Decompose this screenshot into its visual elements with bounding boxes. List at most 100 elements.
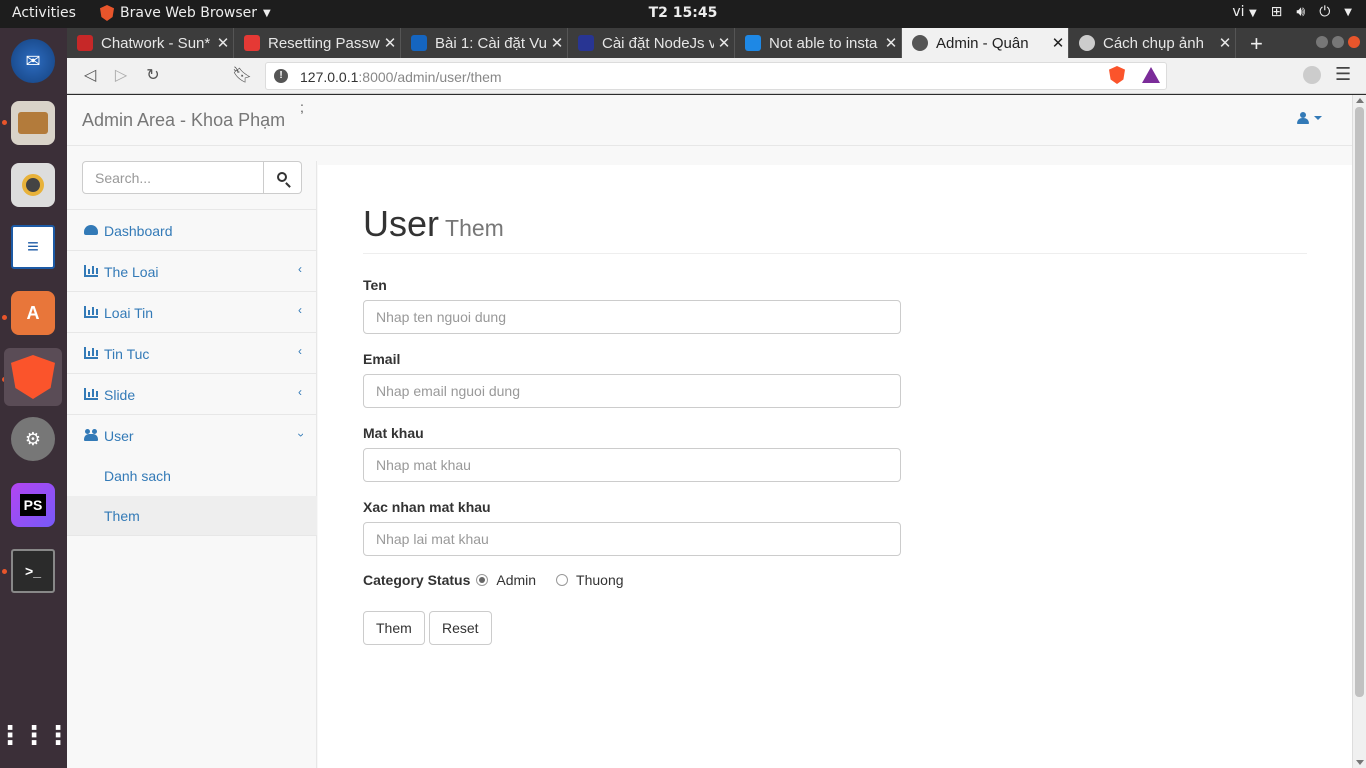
tab-favicon xyxy=(912,35,928,51)
tab-title: Not able to insta xyxy=(769,34,878,52)
url-text: 127.0.0.1:8000/admin/user/them xyxy=(300,69,502,85)
tab-nodejs[interactable]: Cài đặt NodeJs v ✕ xyxy=(568,28,735,58)
page-scrollbar[interactable] xyxy=(1352,95,1366,768)
sidebar-item-user[interactable]: User ‹ xyxy=(67,415,317,456)
password-confirm-label: Xac nhan mat khau xyxy=(363,499,491,515)
password-confirm-input[interactable] xyxy=(363,522,901,556)
sidebar-item-label: The Loai xyxy=(104,264,159,280)
maximize-button[interactable] xyxy=(1332,36,1344,48)
sidebar-subitem-danh-sach[interactable]: Danh sach xyxy=(67,456,317,496)
sidebar-subitem-label: Danh sach xyxy=(104,468,171,484)
sidebar-item-the-loai[interactable]: The Loai ‹ xyxy=(67,251,317,292)
brave-icon xyxy=(11,355,55,399)
address-bar[interactable]: ! 127.0.0.1:8000/admin/user/them xyxy=(265,62,1167,90)
close-icon[interactable]: ✕ xyxy=(1215,34,1235,52)
password-input[interactable] xyxy=(363,448,901,482)
profile-avatar[interactable] xyxy=(1303,66,1321,84)
close-icon[interactable]: ✕ xyxy=(213,34,233,52)
minimize-button[interactable] xyxy=(1316,36,1328,48)
sidebar-item-tin-tuc[interactable]: Tin Tuc ‹ xyxy=(67,333,317,374)
search-button[interactable] xyxy=(264,161,302,194)
sidebar-item-loai-tin[interactable]: Loai Tin ‹ xyxy=(67,292,317,333)
search-icon xyxy=(277,172,287,182)
dock-software[interactable]: A xyxy=(4,284,62,342)
scrollbar-thumb[interactable] xyxy=(1355,107,1364,697)
user-dropdown[interactable] xyxy=(1297,112,1322,124)
system-tray[interactable]: vi ▼ ⊞ 🔊︎ ⏻ ▼ xyxy=(1232,4,1352,20)
tab-cach-chup-anh[interactable]: Cách chụp ảnh ✕ xyxy=(1069,28,1236,58)
dock-brave[interactable] xyxy=(4,348,62,406)
forward-button[interactable]: ▷ xyxy=(110,65,132,87)
tab-title: Cách chụp ảnh xyxy=(1103,34,1204,52)
name-label: Ten xyxy=(363,277,387,293)
tab-resetting-password[interactable]: Resetting Passw ✕ xyxy=(234,28,401,58)
bookmark-icon[interactable]: 🔖︎ xyxy=(231,65,253,87)
new-tab-button[interactable]: + xyxy=(1250,31,1263,57)
site-info-icon[interactable]: ! xyxy=(274,69,288,83)
dock-terminal[interactable]: >_ xyxy=(4,542,62,600)
tab-not-able-to-install[interactable]: Not able to insta ✕ xyxy=(735,28,902,58)
close-icon[interactable]: ✕ xyxy=(380,34,400,52)
chevron-left-icon: ‹ xyxy=(298,303,302,317)
tab-favicon xyxy=(77,35,93,51)
scroll-up-icon[interactable] xyxy=(1356,98,1364,103)
tab-chatwork[interactable]: Chatwork - Sun* ✕ xyxy=(67,28,234,58)
close-icon[interactable]: ✕ xyxy=(714,34,734,52)
users-icon xyxy=(84,429,98,441)
scroll-down-icon[interactable] xyxy=(1356,760,1364,765)
bar-chart-icon xyxy=(84,388,98,400)
page-viewport: Admin Area - Khoa Phạm ; Dashboard The L… xyxy=(67,95,1352,768)
tab-favicon xyxy=(244,35,260,51)
tab-bar: Chatwork - Sun* ✕ Resetting Passw ✕ Bài … xyxy=(67,28,1366,58)
status-radio-group: Category Status Admin Thuong xyxy=(363,572,644,588)
radio-admin[interactable] xyxy=(476,574,489,586)
reload-button[interactable]: ↻ xyxy=(142,65,164,87)
caret-down-icon xyxy=(1314,116,1322,120)
dock-writer[interactable]: ≡ xyxy=(4,218,62,276)
stray-text: ; xyxy=(300,99,304,115)
show-applications[interactable]: ⋮⋮⋮ xyxy=(0,706,71,764)
radio-thuong[interactable] xyxy=(556,574,569,586)
language-indicator[interactable]: vi ▼ xyxy=(1232,4,1256,20)
close-icon[interactable]: ✕ xyxy=(547,34,567,52)
dock-rhythmbox[interactable] xyxy=(4,156,62,214)
sidebar: Dashboard The Loai ‹ Loai Tin ‹ Tin Tuc … xyxy=(67,161,317,768)
back-button[interactable]: ◁ xyxy=(79,65,101,87)
power-icon: ⏻ xyxy=(1319,4,1331,20)
bat-rewards-icon[interactable] xyxy=(1142,67,1160,83)
search-input[interactable] xyxy=(82,161,264,194)
phpstorm-icon: PS xyxy=(11,483,55,527)
dock-phpstorm[interactable]: PS xyxy=(4,476,62,534)
dock-files[interactable] xyxy=(4,94,62,152)
user-icon xyxy=(1297,112,1309,124)
close-icon[interactable]: ✕ xyxy=(1048,34,1068,52)
tab-title: Bài 1: Cài đặt Vu xyxy=(435,34,547,52)
password-label: Mat khau xyxy=(363,425,424,441)
name-input[interactable] xyxy=(363,300,901,334)
tab-admin-quan[interactable]: Admin - Quân ✕ xyxy=(902,28,1069,58)
email-input[interactable] xyxy=(363,374,901,408)
tab-favicon xyxy=(578,35,594,51)
sidebar-item-label: Loai Tin xyxy=(104,305,154,321)
sidebar-item-slide[interactable]: Slide ‹ xyxy=(67,374,317,415)
sidebar-subitem-label: Them xyxy=(104,508,140,524)
hamburger-menu-icon[interactable]: ☰ xyxy=(1335,64,1351,85)
clock[interactable]: T2 15:45 xyxy=(0,5,1366,21)
document-icon: ≡ xyxy=(11,225,55,269)
tab-bai-1[interactable]: Bài 1: Cài đặt Vu ✕ xyxy=(401,28,568,58)
dashboard-icon xyxy=(84,225,98,235)
submit-button[interactable]: Them xyxy=(363,611,425,645)
radio-admin-label[interactable]: Admin xyxy=(496,572,536,588)
sidebar-subitem-them[interactable]: Them xyxy=(67,496,317,536)
radio-thuong-label[interactable]: Thuong xyxy=(576,572,623,588)
close-icon[interactable]: ✕ xyxy=(881,34,901,52)
terminal-icon: >_ xyxy=(11,549,55,593)
close-window-button[interactable] xyxy=(1348,36,1360,48)
dock-settings[interactable]: ⚙ xyxy=(4,410,62,468)
dock: ✉ ≡ A ⚙ PS >_ ⋮⋮⋮ xyxy=(0,28,71,768)
sidebar-item-label: Tin Tuc xyxy=(104,346,150,362)
navbar-brand[interactable]: Admin Area - Khoa Phạm xyxy=(82,110,285,131)
sidebar-item-dashboard[interactable]: Dashboard xyxy=(67,210,317,251)
dock-thunderbird[interactable]: ✉ xyxy=(4,32,62,90)
reset-button[interactable]: Reset xyxy=(429,611,492,645)
